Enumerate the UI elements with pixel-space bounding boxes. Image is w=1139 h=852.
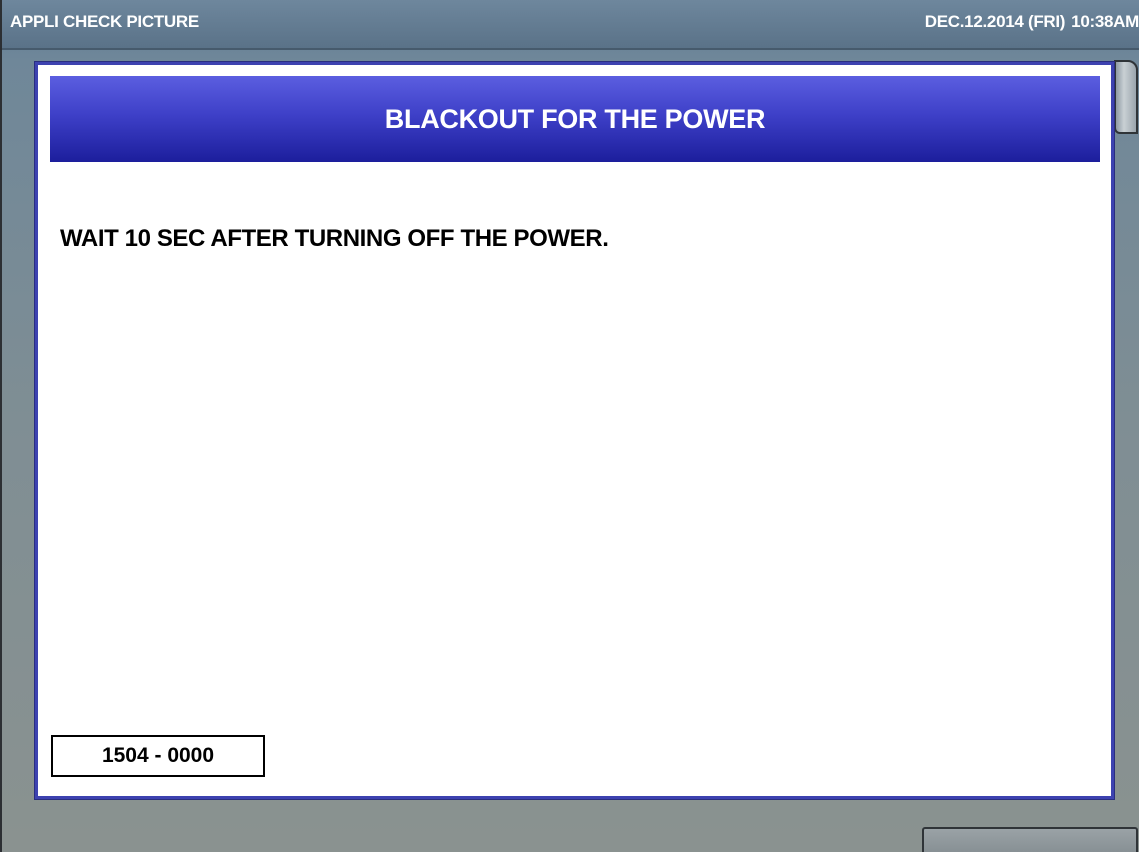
error-code-box: 1504 - 0000 <box>51 735 265 777</box>
app-titlebar: APPLI CHECK PICTURE DEC.12.2014 (FRI) 10:… <box>2 0 1139 50</box>
date-label: DEC.12.2014 (FRI) <box>924 12 1066 31</box>
error-code: 1504 - 0000 <box>101 744 215 767</box>
bottom-right-button[interactable] <box>922 827 1138 852</box>
dialog-message: WAIT 10 SEC AFTER TURNING OFF THE POWER. <box>60 225 609 252</box>
app-title: APPLI CHECK PICTURE <box>10 12 199 31</box>
datetime-display: DEC.12.2014 (FRI) 10:38AM <box>919 12 1139 32</box>
scrollbar-thumb[interactable] <box>1114 60 1138 134</box>
dialog-header: BLACKOUT FOR THE POWER <box>50 76 1100 162</box>
time-label: 10:38AM <box>1071 12 1139 31</box>
dialog-title: BLACKOUT FOR THE POWER <box>384 103 766 134</box>
message-dialog: BLACKOUT FOR THE POWER WAIT 10 SEC AFTER… <box>35 62 1114 799</box>
device-screen: APPLI CHECK PICTURE DEC.12.2014 (FRI) 10:… <box>0 0 1139 852</box>
